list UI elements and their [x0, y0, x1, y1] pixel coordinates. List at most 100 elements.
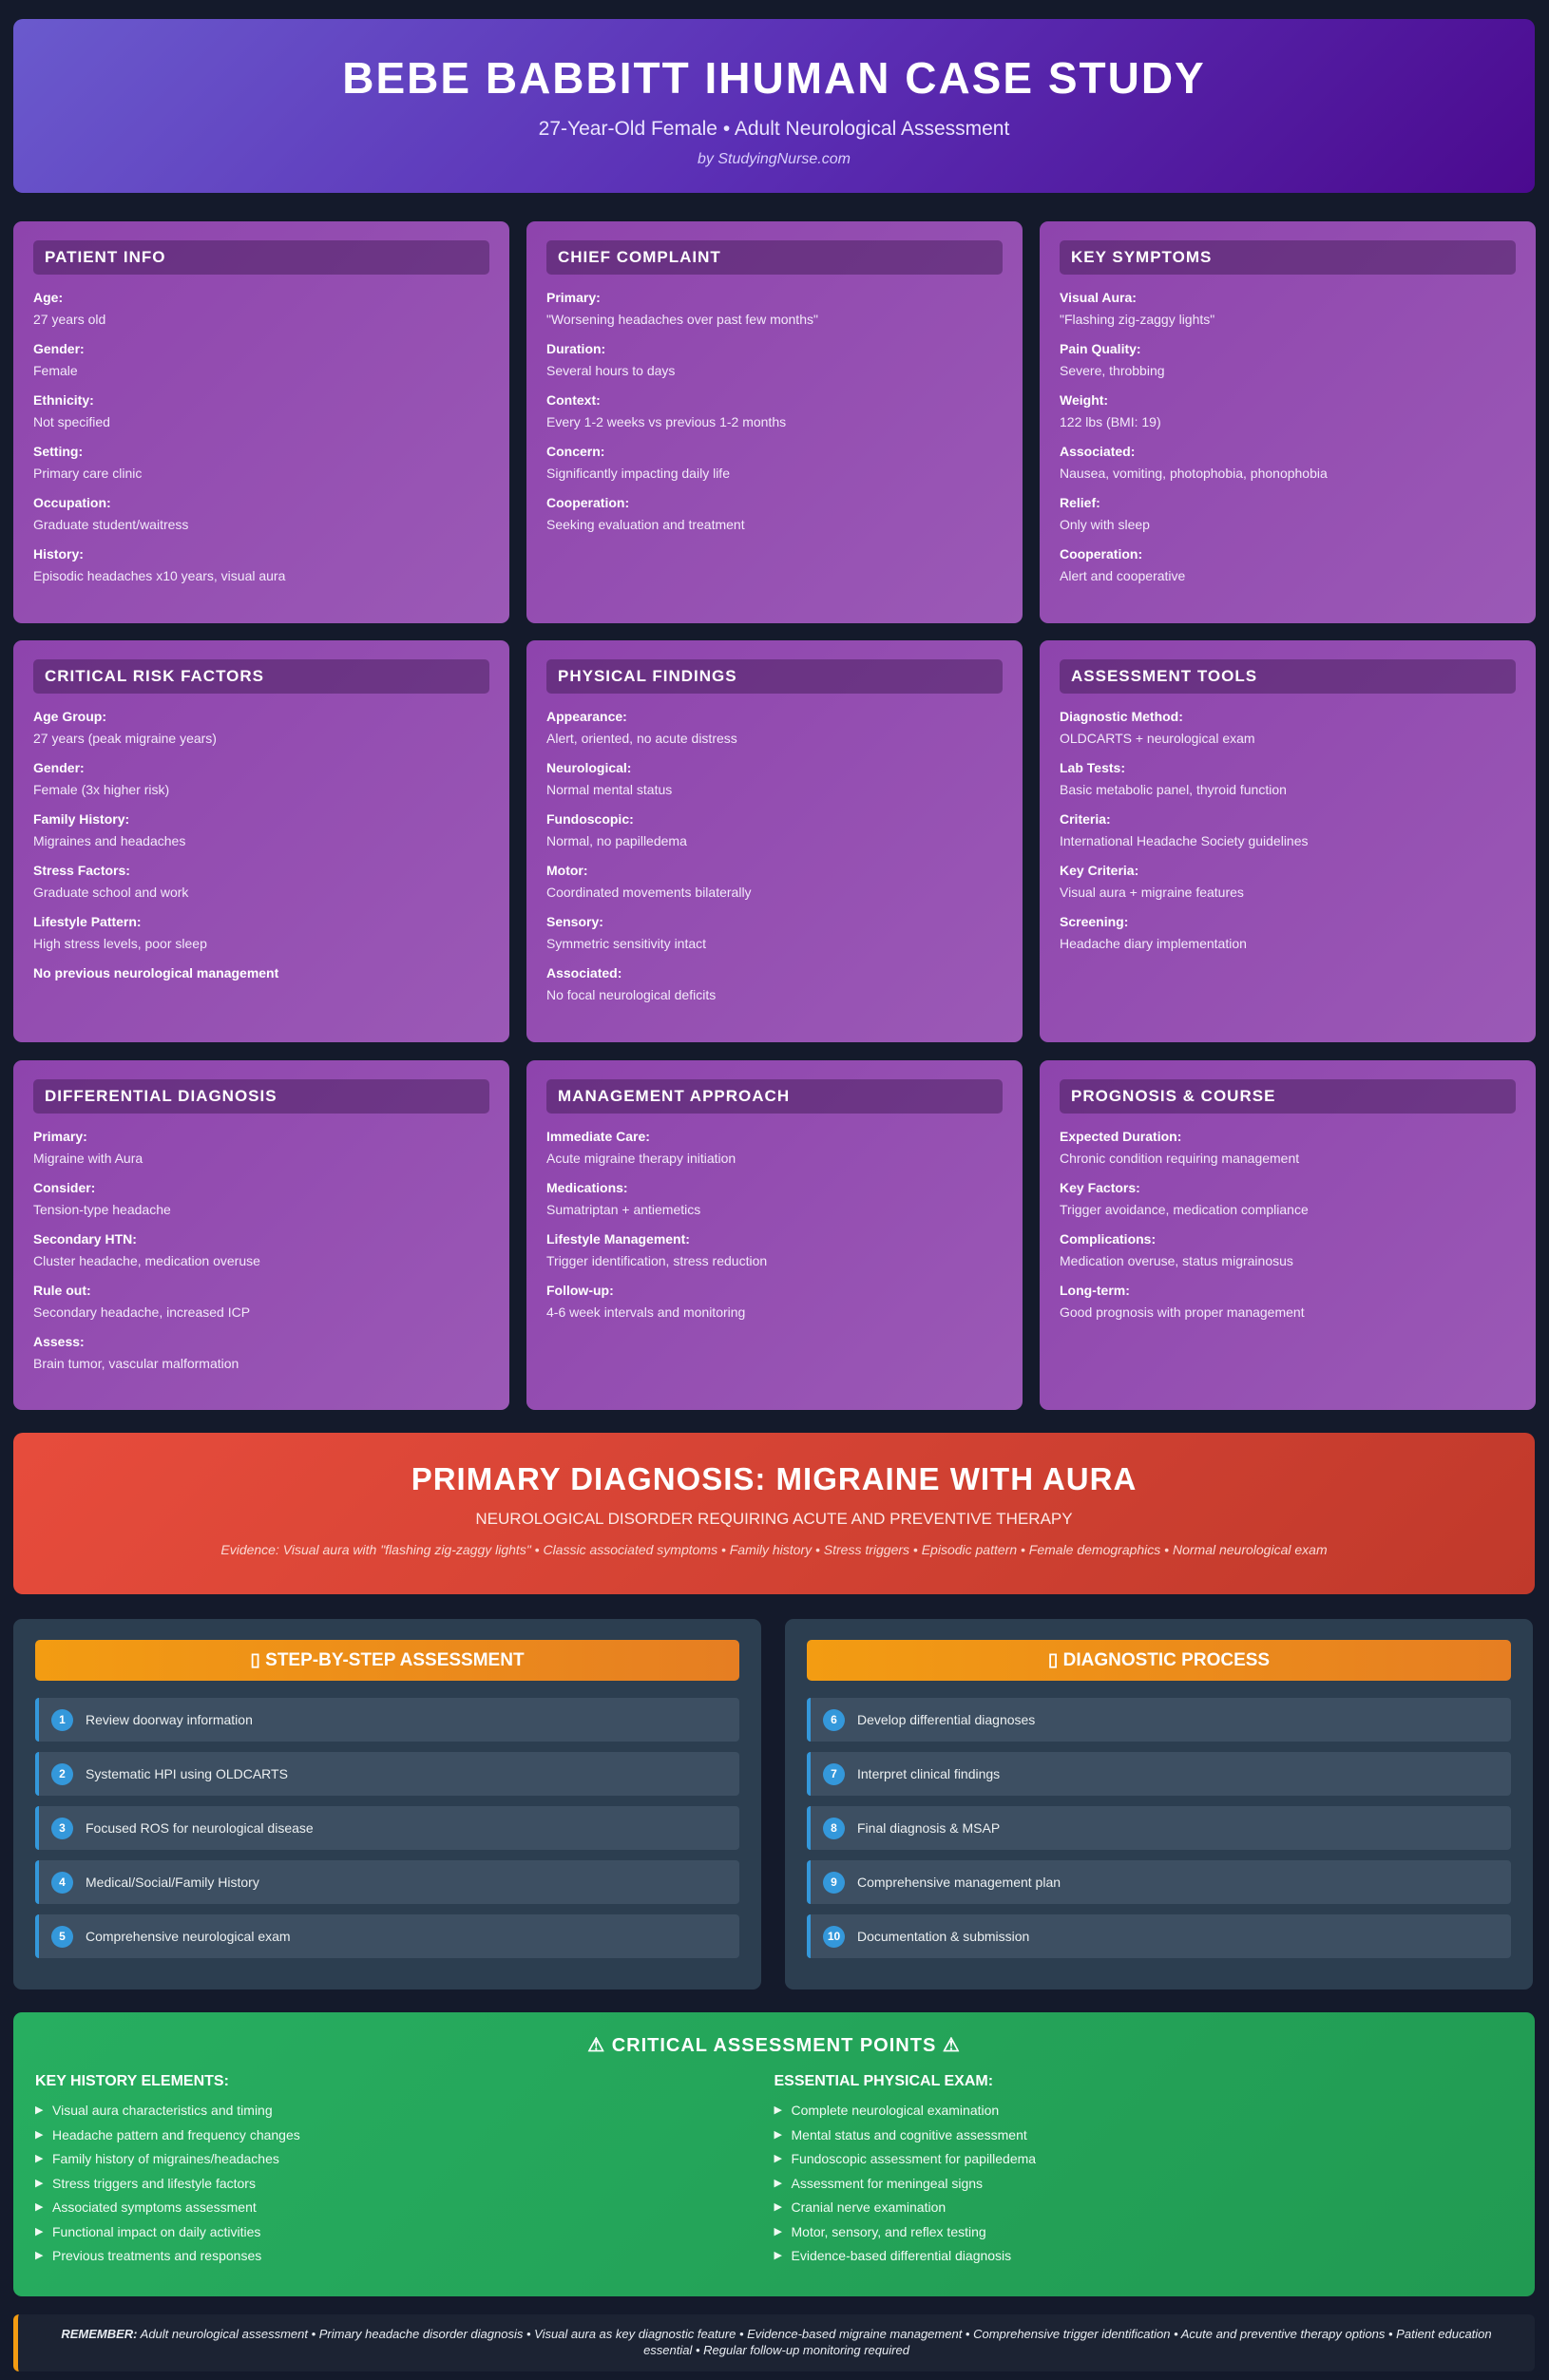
step-text: Comprehensive management plan: [857, 1875, 1061, 1890]
remember-text: Adult neurological assessment • Primary …: [137, 2327, 1492, 2357]
page-subtitle: 27-Year-Old Female • Adult Neurological …: [538, 118, 1010, 141]
card-title: ASSESSMENT TOOLS: [1060, 659, 1516, 694]
field-value: Several hours to days: [546, 363, 676, 378]
field-label: Primary:: [33, 1129, 87, 1144]
card-field: Sensory: Symmetric sensitivity intact: [546, 912, 1003, 956]
field-label: Pain Quality:: [1060, 341, 1141, 356]
card-field: Relief: Only with sleep: [1060, 493, 1516, 537]
info-card: CRITICAL RISK FACTORS Age Group: 27 years …: [13, 640, 509, 1042]
step-number-badge: 2: [51, 1762, 73, 1785]
card-field: Duration: Several hours to days: [546, 339, 1003, 383]
field-value: OLDCARTS + neurological exam: [1060, 731, 1255, 746]
card-field: Primary: "Worsening headaches over past f…: [546, 288, 1003, 332]
card-field: Screening: Headache diary implementation: [1060, 912, 1516, 956]
info-card: DIFFERENTIAL DIAGNOSIS Primary: Migraine w…: [13, 1060, 509, 1410]
diagnosis-title: PRIMARY DIAGNOSIS: MIGRAINE WITH AURA: [411, 1461, 1138, 1496]
bullet-arrow-icon: ▶: [774, 2250, 782, 2261]
bullet-arrow-icon: ▶: [774, 2153, 782, 2164]
field-label: Assess:: [33, 1334, 85, 1349]
step-number-badge: 10: [823, 1925, 845, 1948]
card-field: Key Factors: Trigger avoidance, medicatio…: [1060, 1178, 1516, 1222]
field-value: Trigger avoidance, medication compliance: [1060, 1202, 1309, 1217]
field-label: Key Factors:: [1060, 1180, 1140, 1195]
critical-item-text: Associated symptoms assessment: [52, 2199, 257, 2215]
step-text: Comprehensive neurological exam: [86, 1929, 291, 1944]
field-value: Trigger identification, stress reduction: [546, 1253, 768, 1268]
card-row-1: PATIENT INFO Age: 27 years old Gender: Femal…: [13, 221, 1536, 623]
critical-list-item: ▶ Mental status and cognitive assessment: [774, 2123, 1514, 2148]
bullet-arrow-icon: ▶: [774, 2104, 782, 2116]
critical-list-item: ▶ Family history of migraines/headaches: [35, 2147, 774, 2172]
card-field: Medications: Sumatriptan + antiemetics: [546, 1178, 1003, 1222]
card-field: Criteria: International Headache Society …: [1060, 809, 1516, 853]
critical-list-item: ▶ Previous treatments and responses: [35, 2244, 774, 2269]
field-label: Age Group:: [33, 709, 106, 724]
info-card: KEY SYMPTOMS Visual Aura: "Flashing zig-za…: [1040, 221, 1536, 623]
field-value: Seeking evaluation and treatment: [546, 517, 745, 532]
card-field: Lab Tests: Basic metabolic panel, thyroid…: [1060, 758, 1516, 802]
field-value: Chronic condition requiring management: [1060, 1151, 1300, 1166]
field-label: Lifestyle Pattern:: [33, 914, 142, 929]
field-value: 4-6 week intervals and monitoring: [546, 1304, 746, 1320]
step-by-step-panel: ▯ STEP-BY-STEP ASSESSMENT 1 Review doorway…: [13, 1619, 761, 1990]
field-value: Cluster headache, medication overuse: [33, 1253, 260, 1268]
critical-item-text: Previous treatments and responses: [52, 2248, 262, 2263]
field-value: Every 1-2 weeks vs previous 1-2 months: [546, 414, 787, 429]
critical-item-text: Motor, sensory, and reflex testing: [791, 2223, 986, 2239]
critical-item-text: Fundoscopic assessment for papilledema: [791, 2151, 1037, 2166]
field-value: Not specified: [33, 414, 110, 429]
steps-header: ▯ STEP-BY-STEP ASSESSMENT: [35, 1640, 739, 1681]
card-row-3: DIFFERENTIAL DIAGNOSIS Primary: Migraine w…: [13, 1060, 1536, 1410]
critical-column: KEY HISTORY ELEMENTS: ▶ Visual aura charac…: [35, 2073, 774, 2269]
field-value: "Flashing zig-zaggy lights": [1060, 312, 1215, 327]
field-label: Motor:: [546, 863, 588, 878]
field-value: Normal mental status: [546, 782, 673, 797]
field-value: Alert and cooperative: [1060, 568, 1186, 583]
field-value: Acute migraine therapy initiation: [546, 1151, 736, 1166]
field-label: Family History:: [33, 811, 130, 827]
bullet-arrow-icon: ▶: [774, 2128, 782, 2141]
card-field: Pain Quality: Severe, throbbing: [1060, 339, 1516, 383]
page-title: BEBE BABBITT IHUMAN CASE STUDY: [342, 53, 1206, 103]
field-value: Brain tumor, vascular malformation: [33, 1356, 239, 1371]
field-value: "Worsening headaches over past few month…: [546, 312, 818, 327]
step-item: 9 Comprehensive management plan: [807, 1860, 1511, 1904]
card-field: Stress Factors: Graduate school and work: [33, 861, 489, 904]
card-title: MANAGEMENT APPROACH: [546, 1079, 1003, 1114]
step-item: 5 Comprehensive neurological exam: [35, 1914, 739, 1958]
field-label: Lifestyle Management:: [546, 1231, 690, 1247]
card-field: Cooperation: Seeking evaluation and treat…: [546, 493, 1003, 537]
bullet-arrow-icon: ▶: [35, 2104, 44, 2116]
step-item: 6 Develop differential diagnoses: [807, 1698, 1511, 1742]
card-field: Rule out: Secondary headache, increased I…: [33, 1281, 489, 1324]
card-field: Family History: Migraines and headaches: [33, 809, 489, 853]
field-value: Female: [33, 363, 78, 378]
step-item: 7 Interpret clinical findings: [807, 1752, 1511, 1796]
field-value: Graduate student/waitress: [33, 517, 189, 532]
card-field: Appearance: Alert, oriented, no acute dis…: [546, 707, 1003, 751]
field-label: Key Criteria:: [1060, 863, 1139, 878]
field-value: Basic metabolic panel, thyroid function: [1060, 782, 1287, 797]
step-text: Interpret clinical findings: [857, 1766, 1001, 1781]
bullet-arrow-icon: ▶: [35, 2153, 44, 2164]
critical-list-item: ▶ Complete neurological examination: [774, 2099, 1514, 2123]
field-label: Diagnostic Method:: [1060, 709, 1183, 724]
card-field: Follow-up: 4-6 week intervals and monitor…: [546, 1281, 1003, 1324]
field-value: Nausea, vomiting, photophobia, phonophob…: [1060, 466, 1328, 481]
field-value: Symmetric sensitivity intact: [546, 936, 707, 951]
card-field: Primary: Migraine with Aura: [33, 1127, 489, 1171]
field-label: Relief:: [1060, 495, 1100, 510]
card-field: Diagnostic Method: OLDCARTS + neurologica…: [1060, 707, 1516, 751]
field-label: Visual Aura:: [1060, 290, 1137, 305]
field-label: Occupation:: [33, 495, 111, 510]
info-card: ASSESSMENT TOOLS Diagnostic Method: OLDCAR…: [1040, 640, 1536, 1042]
critical-list-item: ▶ Headache pattern and frequency changes: [35, 2123, 774, 2148]
card-field: Ethnicity: Not specified: [33, 390, 489, 434]
field-label: Fundoscopic:: [546, 811, 634, 827]
field-value: 27 years old: [33, 312, 106, 327]
field-label: Secondary HTN:: [33, 1231, 137, 1247]
field-label: Neurological:: [546, 760, 632, 775]
card-title: KEY SYMPTOMS: [1060, 240, 1516, 275]
step-item: 8 Final diagnosis & MSAP: [807, 1806, 1511, 1850]
field-label: Duration:: [546, 341, 606, 356]
